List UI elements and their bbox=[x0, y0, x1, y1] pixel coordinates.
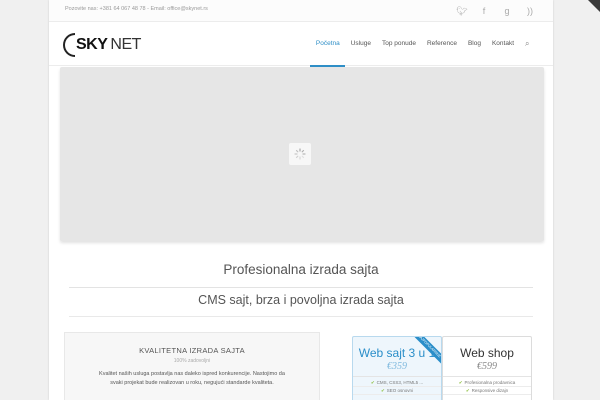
quality-text: Kvalitet naših usluga postavlja nas dale… bbox=[99, 371, 285, 386]
feature-item: ✔ Profesionalna prodavnica bbox=[443, 379, 531, 387]
title-divider bbox=[69, 287, 533, 288]
pricing-features: ✔ Profesionalna prodavnica ✔ Responsive di… bbox=[443, 376, 531, 395]
subtitle-divider bbox=[69, 316, 533, 317]
page-wrapper: Pozovite nas: +381 64 067 48 78 - Email:… bbox=[49, 0, 553, 400]
social-links: 🐦︎ f g )) bbox=[456, 4, 535, 18]
feature-label: SEO osnovni bbox=[386, 388, 414, 393]
site-header: SKY NET Početna Usluge Top ponude Refere… bbox=[49, 22, 553, 67]
facebook-icon[interactable]: f bbox=[479, 4, 489, 18]
quality-title: KVALITETNA IZRADA SAJTA bbox=[139, 346, 245, 355]
nav-item-blog[interactable]: Blog bbox=[462, 22, 486, 66]
pricing-price: €359 bbox=[387, 361, 407, 372]
feature-label: Profesionalna prodavnica bbox=[464, 380, 516, 385]
nav-item-kontakt[interactable]: Kontakt bbox=[486, 22, 519, 66]
quality-box: KVALITETNA IZRADA SAJTA 100% zadovoljni … bbox=[64, 332, 320, 400]
pricing-col-web-sajt[interactable]: NAJPOPULARNIJE Web sajt 3 u 1 €359 ✔ CMS,… bbox=[352, 336, 442, 400]
nav-item-top-ponude[interactable]: Top ponude bbox=[376, 22, 421, 66]
feature-item: ✔ SEO osnovni bbox=[353, 387, 441, 395]
nav-item-reference[interactable]: Reference bbox=[421, 22, 462, 66]
pricing-price: €599 bbox=[477, 361, 497, 372]
twitter-icon[interactable]: 🐦︎ bbox=[456, 4, 467, 18]
pricing-table: NAJPOPULARNIJE Web sajt 3 u 1 €359 ✔ CMS,… bbox=[352, 336, 532, 400]
nav-item-usluge[interactable]: Usluge bbox=[345, 22, 376, 66]
pricing-title: Web shop bbox=[460, 346, 514, 360]
logo-text-sky: SKY bbox=[76, 36, 108, 53]
logo-text-net: NET bbox=[110, 36, 141, 53]
top-bar: Pozovite nas: +381 64 067 48 78 - Email:… bbox=[49, 0, 553, 22]
pricing-col-web-shop[interactable]: Web shop €599 ✔ Profesionalna prodavnica … bbox=[442, 336, 532, 400]
feature-label: Responsive dizajn bbox=[471, 388, 509, 393]
pricing-features: ✔ CMS, CSS3, HTML5 ... ✔ SEO osnovni bbox=[353, 376, 441, 395]
check-icon: ✔ bbox=[458, 380, 463, 385]
google-plus-icon[interactable]: g bbox=[502, 4, 512, 18]
site-logo[interactable]: SKY NET bbox=[63, 33, 141, 57]
feature-item: ✔ CMS, CSS3, HTML5 ... bbox=[353, 379, 441, 387]
spinner-icon bbox=[289, 143, 311, 165]
check-icon: ✔ bbox=[465, 388, 470, 393]
page-subtitle: CMS sajt, brza i povoljna izrada sajta bbox=[198, 293, 404, 307]
hero-slider[interactable] bbox=[60, 67, 544, 241]
quality-subtitle: 100% zadovoljni bbox=[173, 358, 211, 364]
rss-icon[interactable]: )) bbox=[525, 4, 535, 18]
nav-item-pocetna[interactable]: Početna bbox=[310, 22, 346, 67]
check-icon: ✔ bbox=[380, 388, 385, 393]
main-nav: Početna Usluge Top ponude Reference Blog… bbox=[310, 22, 535, 67]
feature-item: ✔ Responsive dizajn bbox=[443, 387, 531, 395]
feature-label: CMS, CSS3, HTML5 ... bbox=[376, 380, 424, 385]
search-icon[interactable]: ⌕ bbox=[520, 22, 535, 66]
logo-arc-icon bbox=[63, 33, 75, 57]
check-icon: ✔ bbox=[370, 380, 375, 385]
contact-info: Pozovite nas: +381 64 067 48 78 - Email:… bbox=[65, 6, 208, 12]
page-corner-marker bbox=[588, 0, 600, 12]
page-title: Profesionalna izrada sajta bbox=[223, 262, 379, 277]
